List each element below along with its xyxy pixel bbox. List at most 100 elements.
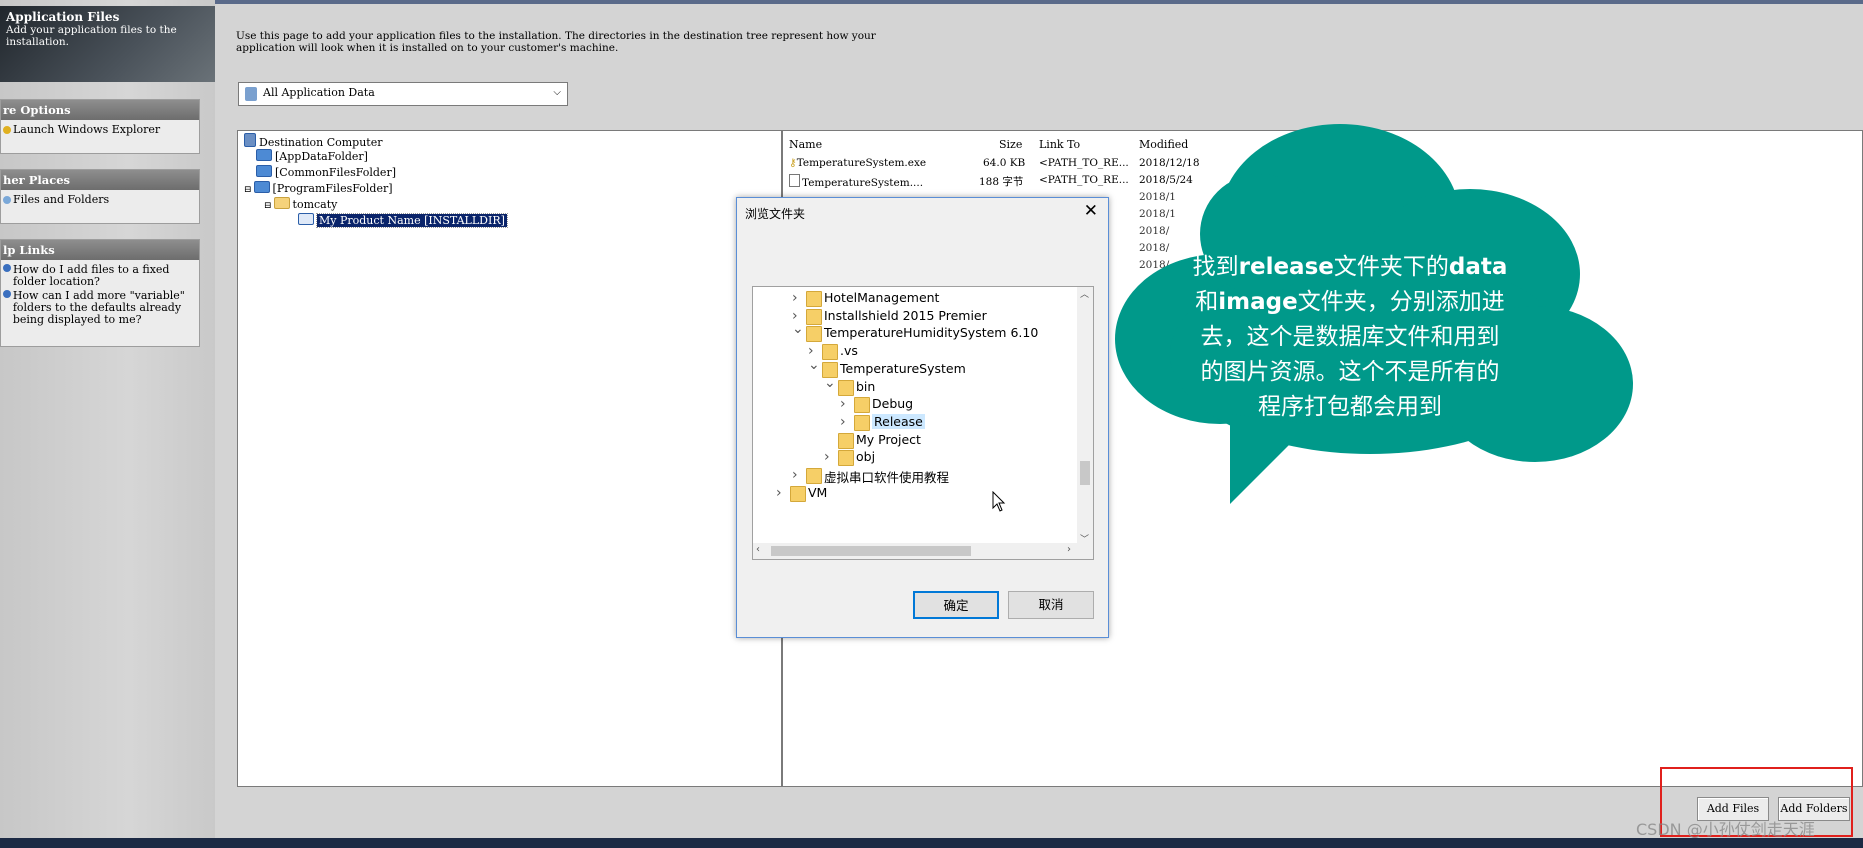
chevron-down-icon[interactable]: ⌄ [824,375,836,391]
taskbar [0,838,1863,848]
document-icon [789,174,800,187]
chevron-right-icon[interactable]: › [824,449,830,465]
tree-node-commonfiles[interactable]: [CommonFilesFolder] [256,165,396,179]
page-subtitle: Add your application files to the instal… [6,24,177,48]
folder-item-debug[interactable]: › Debug [753,396,1075,414]
scroll-left-icon: ‹ [756,544,760,555]
folder-label: 虚拟串口软件使用教程 [824,470,950,485]
document-icon [3,196,11,204]
vertical-scrollbar[interactable]: ︿ ﹀ [1077,287,1093,545]
tree-node-tomcaty[interactable]: ⊟ tomcaty [264,197,337,211]
tree-node-installdir[interactable]: My Product Name [INSTALLDIR] [298,213,508,228]
folder-icon [273,197,290,209]
dropdown-value: All Application Data [263,86,375,99]
folder-icon [806,308,822,325]
tree-node-destination-computer[interactable]: Destination Computer [244,133,382,149]
collapse-icon[interactable]: ⊟ [264,201,272,211]
column-header-name[interactable]: Name [789,138,822,151]
other-places-title: her Places [1,170,199,190]
collapse-icon[interactable]: ⊟ [244,185,252,195]
folder-item-temperaturesystem[interactable]: ⌄ TemperatureSystem [753,357,1075,379]
scroll-up-icon: ︿ [1080,290,1090,300]
page-header: Application Files Add your application f… [0,6,215,82]
dialog-title: 浏览文件夹 [745,207,806,221]
folder-item-temperaturehumiditysystem-6-10[interactable]: ⌄ TemperatureHumiditySystem 6.10 [753,321,1075,343]
folder-item-hotelmanagement[interactable]: › HotelManagement [753,290,1075,308]
chevron-right-icon[interactable]: › [840,414,846,430]
folder-label: bin [856,378,876,394]
column-header-size[interactable]: Size [999,138,1022,151]
browse-folder-dialog: 浏览文件夹 ✕ › HotelManagement › Installshield 2… [736,197,1109,638]
close-icon[interactable]: ✕ [1084,201,1098,221]
tree-node-appdata[interactable]: [AppDataFolder] [256,149,368,163]
scroll-right-icon: › [1067,544,1071,555]
folder-item-my-project[interactable]: My Project [753,432,1075,450]
file-size-cell: 64.0 KB [983,157,1026,169]
folder-label: My Project [856,431,921,447]
computer-icon [244,133,256,147]
folder-icon [854,414,870,431]
folder-label: Debug [872,396,914,412]
folder-label: VM [808,484,828,500]
help-links-box: lp Links How do I add files to a fixed f… [0,239,200,347]
folder-icon [838,379,854,396]
files-and-folders-link[interactable]: Files and Folders [1,190,199,206]
folder-icon [838,450,854,467]
folder-icon [822,344,838,361]
folder-label: TemperatureHumiditySystem 6.10 [824,325,1039,341]
help-link-variable-folders[interactable]: How can I add more "variable" folders to… [1,288,199,326]
folder-icon [806,468,822,484]
folder-icon [256,149,272,161]
folder-icon [790,485,806,502]
help-link-fixed-folder[interactable]: How do I add files to a fixed folder loc… [1,260,199,288]
folder-label: obj [856,449,876,465]
help-links-title: lp Links [1,240,199,260]
folder-label: TemperatureSystem [840,360,966,376]
file-name-cell: TemperatureSystem.... [789,174,923,189]
folder-item-obj[interactable]: › obj [753,449,1075,467]
destination-tree[interactable]: Destination Computer [AppDataFolder] [Co… [237,130,782,787]
chevron-right-icon[interactable]: › [776,485,782,501]
folder-label: .vs [840,343,858,359]
tree-node-programfiles[interactable]: ⊟ [ProgramFilesFolder] [244,181,393,195]
scroll-thumb[interactable] [1080,461,1090,485]
folder-icon [253,181,270,193]
chevron-right-icon[interactable]: › [792,290,798,306]
chevron-down-icon[interactable]: ⌵ [553,87,561,98]
chevron-down-icon[interactable]: ⌄ [808,357,820,373]
folder-icon [838,432,854,449]
other-places-box: her Places Files and Folders [0,169,200,224]
page-description: Use this page to add your application fi… [236,30,876,54]
ok-button[interactable]: 确定 [913,591,999,619]
chevron-down-icon[interactable]: ⌄ [792,321,804,337]
page-title: Application Files [6,10,120,24]
folder-item-[interactable]: › 虚拟串口软件使用教程 [753,467,1075,485]
folder-icon [806,326,822,343]
mouse-cursor-icon [992,491,1006,512]
launch-explorer-link[interactable]: Launch Windows Explorer [1,120,199,136]
scroll-thumb[interactable] [771,546,971,556]
horizontal-scrollbar[interactable]: ‹ › [753,543,1093,559]
folder-icon [3,126,11,134]
help-icon [3,290,11,298]
file-size-cell: 188 字节 [979,176,1024,188]
callout-text: 找到release文件夹下的data 和image文件夹，分别添加进 去，这个是… [1192,254,1508,420]
chevron-right-icon[interactable]: › [840,396,846,412]
title-bar-strip [0,0,1863,4]
folder-tree[interactable]: › HotelManagement › Installshield 2015 Prem… [752,286,1094,560]
folder-check-icon [298,213,314,225]
computer-icon [245,87,257,101]
folder-item-release[interactable]: › Release [753,413,1075,432]
folder-item-vm[interactable]: › VM [753,485,1075,503]
column-header-link[interactable]: Link To [1039,138,1080,151]
folder-label: Release [872,413,925,429]
cancel-button[interactable]: 取消 [1008,591,1094,619]
application-data-dropdown[interactable]: All Application Data ⌵ [238,82,568,106]
more-options-title: re Options [1,100,199,120]
chevron-right-icon[interactable]: › [792,467,798,483]
folder-label: Installshield 2015 Premier [824,307,987,323]
help-icon [3,264,11,272]
folder-icon [806,291,822,307]
folder-item-bin[interactable]: ⌄ bin [753,375,1075,397]
folder-item-vs[interactable]: › .vs [753,343,1075,361]
